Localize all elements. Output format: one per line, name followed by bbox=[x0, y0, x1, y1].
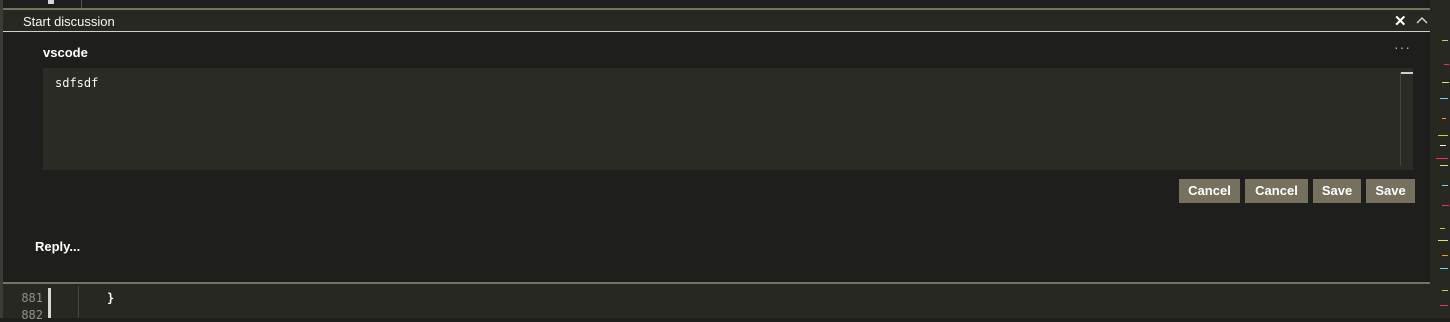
line-number: 882 bbox=[21, 308, 43, 322]
comment-editor[interactable]: sdfsdf bbox=[43, 68, 1413, 170]
save-button[interactable]: Save bbox=[1313, 179, 1361, 203]
minimap[interactable] bbox=[1430, 0, 1450, 318]
chevron-up-icon[interactable] bbox=[1415, 12, 1429, 28]
indent-guide bbox=[78, 286, 79, 318]
code-editor[interactable]: 881 882 } bbox=[3, 284, 1430, 322]
code-line[interactable]: } bbox=[107, 291, 114, 305]
editor-scrollbar-thumb[interactable] bbox=[1401, 72, 1413, 74]
comment-author: vscode bbox=[43, 45, 88, 60]
indent-guide-top bbox=[81, 0, 82, 8]
line-number: 881 bbox=[21, 291, 43, 305]
gutter-indicator bbox=[48, 0, 54, 4]
reply-input[interactable]: Reply... bbox=[35, 239, 80, 254]
comment-widget-header: Start discussion ✕ bbox=[3, 10, 1430, 32]
comment-editor-text[interactable]: sdfsdf bbox=[55, 76, 98, 90]
save-button-secondary[interactable]: Save bbox=[1366, 179, 1415, 203]
gutter-change-indicator bbox=[48, 288, 51, 318]
comment-widget-title: Start discussion bbox=[23, 14, 115, 29]
more-actions-icon[interactable]: ··· bbox=[1394, 39, 1411, 55]
comment-thread-body: vscode ··· sdfsdf Cancel Cancel Save Sav… bbox=[3, 33, 1430, 283]
editor-scrollbar[interactable] bbox=[1400, 72, 1401, 166]
cancel-button[interactable]: Cancel bbox=[1179, 179, 1240, 203]
cancel-button-secondary[interactable]: Cancel bbox=[1245, 179, 1308, 203]
close-icon[interactable]: ✕ bbox=[1394, 12, 1407, 30]
